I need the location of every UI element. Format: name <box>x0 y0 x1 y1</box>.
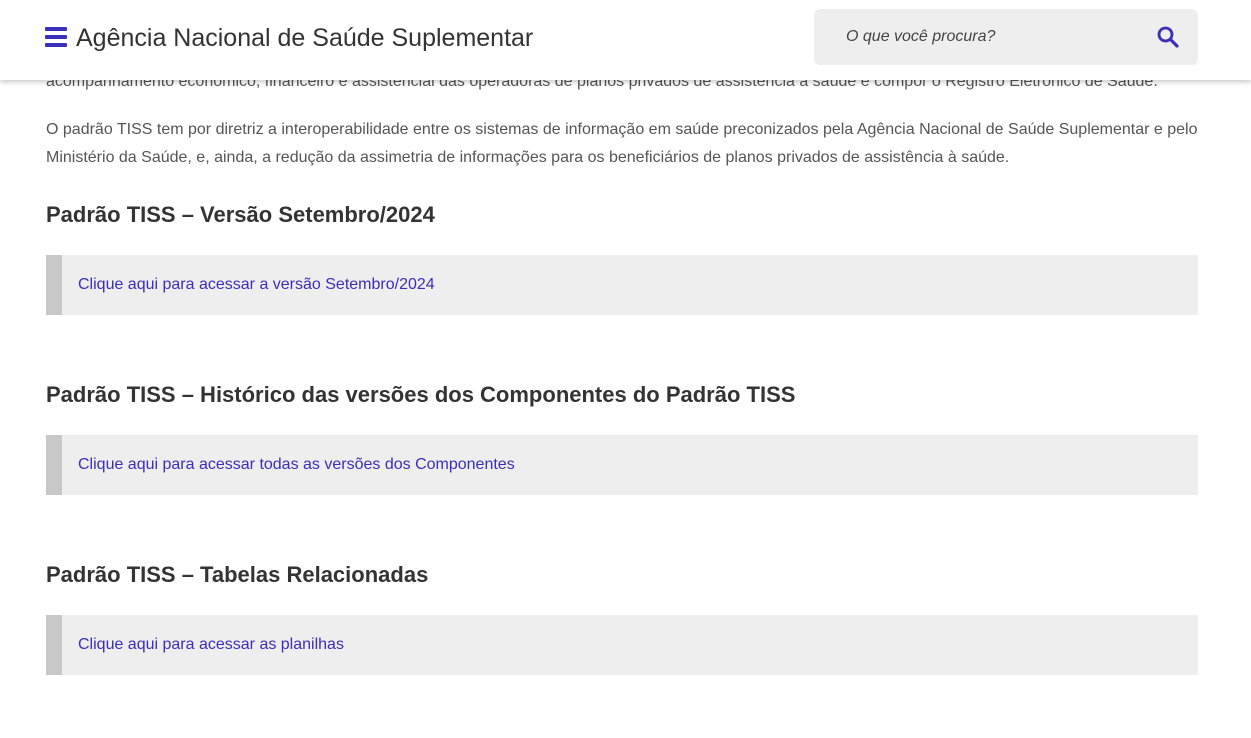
section-title-versao-atual: Padrão TISS – Versão Setembro/2024 <box>46 202 435 227</box>
section-title-historico: Padrão TISS – Histórico das versões dos … <box>46 382 796 407</box>
page: acompanhamento econômico, financeiro e a… <box>0 0 1251 738</box>
search-box <box>814 9 1198 65</box>
link-box-versao-atual: Clique aqui para acessar a versão Setemb… <box>46 255 1198 315</box>
link-box-tabelas: Clique aqui para acessar as planilhas <box>46 615 1198 675</box>
search-icon[interactable] <box>1156 25 1180 49</box>
link-historico-componentes[interactable]: Clique aqui para acessar todas as versõe… <box>78 435 515 495</box>
tiss-description-paragraph: O padrão TISS tem por diretriz a interop… <box>46 121 1198 166</box>
site-header: Agência Nacional de Saúde Suplementar <box>0 0 1251 80</box>
link-box-historico: Clique aqui para acessar todas as versõe… <box>46 435 1198 495</box>
site-title[interactable]: Agência Nacional de Saúde Suplementar <box>76 22 533 54</box>
section-title-tabelas: Padrão TISS – Tabelas Relacionadas <box>46 562 429 587</box>
link-versao-setembro-2024[interactable]: Clique aqui para acessar a versão Setemb… <box>78 255 435 315</box>
link-planilhas[interactable]: Clique aqui para acessar as planilhas <box>78 615 344 675</box>
search-input[interactable] <box>832 21 1132 53</box>
hamburger-menu-icon[interactable] <box>45 27 67 47</box>
